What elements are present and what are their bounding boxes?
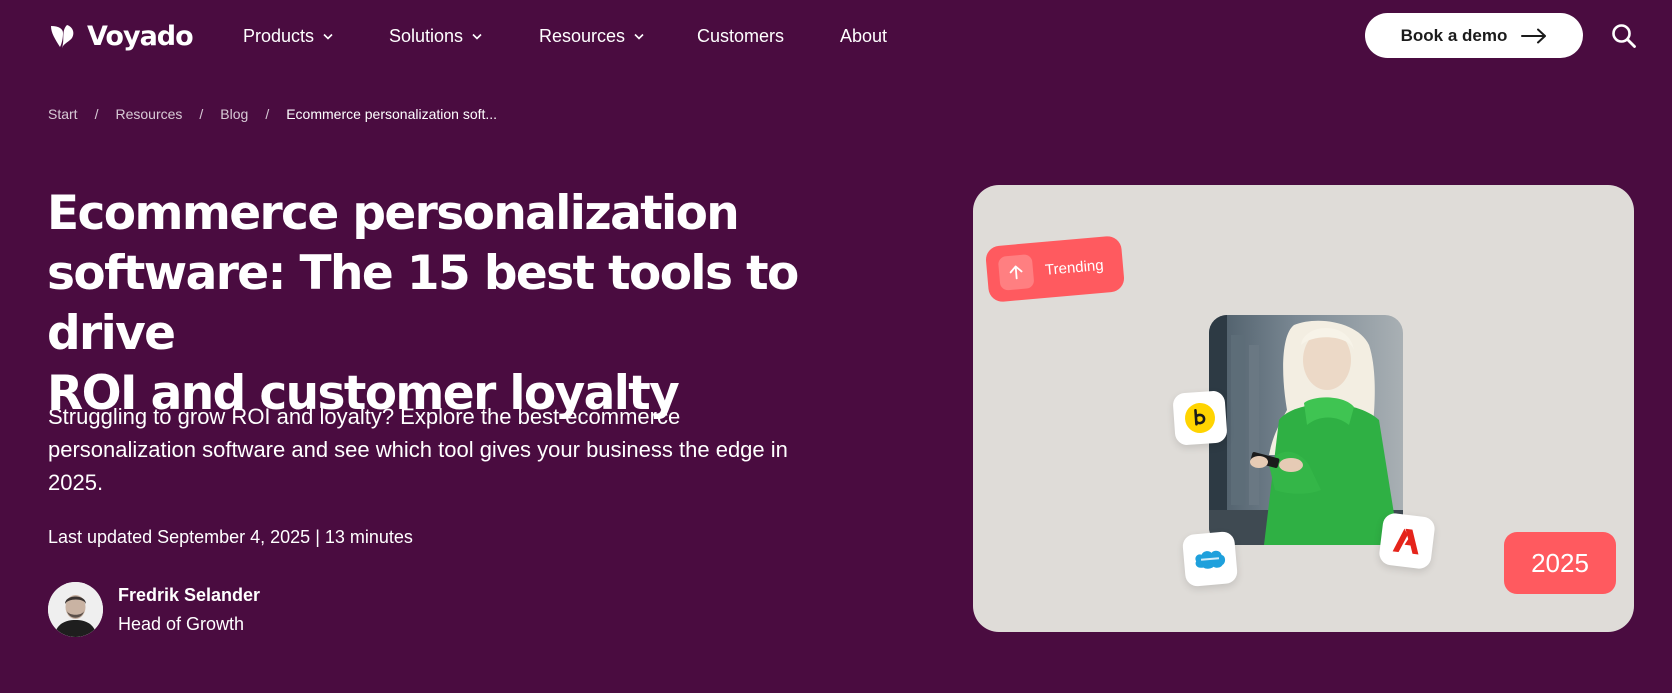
search-button[interactable] xyxy=(1610,22,1638,50)
subtitle-line: personalization software and see which t… xyxy=(48,437,788,462)
article-meta: Last updated September 4, 2025 | 13 minu… xyxy=(48,527,413,547)
salesforce-logo-icon xyxy=(1195,550,1226,569)
adobe-logo-badge xyxy=(1378,512,1436,570)
breadcrumb-separator: / xyxy=(94,106,99,122)
nav-products[interactable]: Products xyxy=(243,22,333,50)
breadcrumb-blog[interactable]: Blog xyxy=(220,106,248,122)
bloomreach-logo-icon xyxy=(1185,403,1215,434)
nav-solutions[interactable]: Solutions xyxy=(389,22,482,50)
breadcrumb-resources[interactable]: Resources xyxy=(115,106,182,122)
book-demo-label: Book a demo xyxy=(1400,25,1508,45)
page-subtitle: Struggling to grow ROI and loyalty? Expl… xyxy=(48,400,848,499)
nav-resources[interactable]: Resources xyxy=(539,22,644,50)
salesforce-logo-badge xyxy=(1181,530,1239,588)
breadcrumb-separator: / xyxy=(265,106,270,122)
chevron-down-icon xyxy=(323,33,333,40)
arrow-up-icon xyxy=(1009,265,1023,280)
arrow-right-icon xyxy=(1521,28,1547,43)
book-demo-button[interactable]: Book a demo xyxy=(1365,13,1583,58)
trending-icon-box xyxy=(997,253,1035,291)
nav-label: Products xyxy=(243,25,315,46)
avatar xyxy=(48,582,103,637)
year-tag: 2025 xyxy=(1504,532,1616,594)
bloomreach-logo-badge xyxy=(1172,390,1228,446)
woman-with-phone-image xyxy=(1209,315,1403,545)
nav-label: Solutions xyxy=(389,25,464,46)
breadcrumb-separator: / xyxy=(199,106,204,122)
page-title: Ecommerce personalization software: The … xyxy=(47,184,847,424)
breadcrumb: Start / Resources / Blog / Ecommerce per… xyxy=(48,104,497,124)
nav-about[interactable]: About xyxy=(840,22,887,50)
voyado-logo[interactable]: Voyado xyxy=(47,18,194,54)
author-name: Fredrik Selander xyxy=(118,585,261,605)
site-header: Voyado Products Solutions Resources Cust… xyxy=(0,0,1672,72)
chevron-down-icon xyxy=(472,33,482,40)
chevron-down-icon xyxy=(634,33,644,40)
nav-label: About xyxy=(840,25,888,46)
title-line: software: The 15 best tools to drive xyxy=(47,246,799,361)
nav-customers[interactable]: Customers xyxy=(697,22,784,50)
logo-text: Voyado xyxy=(87,20,194,52)
hero-photo xyxy=(1209,315,1403,545)
trending-tag: Trending xyxy=(984,235,1126,303)
subtitle-line: Struggling to grow ROI and loyalty? Expl… xyxy=(48,404,681,429)
title-line: Ecommerce personalization xyxy=(47,186,740,241)
adobe-logo-icon xyxy=(1392,528,1419,555)
subtitle-line: 2025. xyxy=(48,470,104,495)
trending-label: Trending xyxy=(1044,256,1105,279)
breadcrumb-start[interactable]: Start xyxy=(48,106,78,122)
search-icon xyxy=(1612,24,1636,48)
breadcrumb-current: Ecommerce personalization soft... xyxy=(286,106,498,122)
nav-label: Resources xyxy=(539,25,626,46)
hero-image-card: Trending 2025 xyxy=(973,185,1634,632)
author-photo xyxy=(48,582,103,637)
nav-label: Customers xyxy=(697,25,785,46)
author-role: Head of Growth xyxy=(118,614,245,634)
author-block: Fredrik Selander Head of Growth xyxy=(48,582,348,638)
voyado-logo-icon xyxy=(51,25,74,48)
